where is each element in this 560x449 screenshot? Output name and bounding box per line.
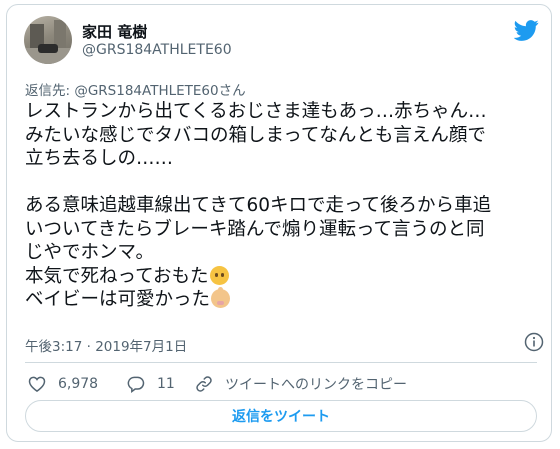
tweet-text: レストランから出てくるおじさま達もあっ…赤ちゃん… みたいな感じでタバコの箱しま… [25, 100, 535, 312]
timestamp[interactable]: 午後3:17 · 2019年7月1日 [25, 335, 187, 355]
like-count: 6,978 [58, 376, 99, 392]
avatar[interactable] [24, 16, 72, 64]
reply-count: 11 [157, 376, 175, 392]
baby-emoji [211, 287, 231, 308]
tweet-line-with-emoji: ベイビーは可愛かった [25, 287, 535, 312]
divider [25, 362, 537, 363]
reply-bubble-icon [127, 376, 145, 393]
tweet-line: 立ち去るしの…… [25, 148, 174, 169]
tweet-line: じやでホンマ。 [25, 242, 154, 263]
link-icon [196, 376, 212, 392]
twitter-bird-icon[interactable] [514, 20, 539, 41]
tweet-line: ある意味追越車線出てきて60キロで走って後ろから車追 [25, 195, 492, 216]
heart-icon [28, 376, 46, 392]
tweet-card: 家田 竜樹 @GRS184ATHLETE60 返信先: @GRS184ATHLE… [6, 4, 552, 442]
copy-link-button[interactable]: ツイートへのリンクをコピー [194, 373, 407, 395]
tweet-line: レストランから出てくるおじさま達もあっ…赤ちゃん… [25, 101, 487, 122]
copy-link-label: ツイートへのリンクをコピー [225, 377, 407, 393]
tweet-line-with-emoji: 本気で死ねっておもた [25, 265, 535, 289]
replying-to[interactable]: 返信先: @GRS184ATHLETE60さん [25, 79, 246, 99]
like-button[interactable]: 6,978 [27, 373, 98, 395]
tweet-line: いついてきたらブレーキ踏んで煽り運転って言うのと同 [25, 218, 485, 240]
user-handle[interactable]: @GRS184ATHLETE60 [82, 42, 232, 58]
tweet-line: みたいな感じでタバコの箱しまってなんとも言えん顔で [25, 124, 486, 146]
reply-button[interactable]: 11 [126, 373, 175, 395]
display-name[interactable]: 家田 竜樹 [82, 21, 147, 42]
action-bar: 6,978 11 ツイートへのリンクをコピー [7, 373, 553, 395]
info-icon[interactable] [524, 332, 544, 352]
tweet-line: ベイビーは可愛かった [25, 289, 211, 310]
reply-tweet-button[interactable]: 返信をツイート [25, 400, 537, 432]
neutral-face-emoji [209, 265, 229, 285]
tweet-line: 本気で死ねっておもた [25, 265, 209, 287]
